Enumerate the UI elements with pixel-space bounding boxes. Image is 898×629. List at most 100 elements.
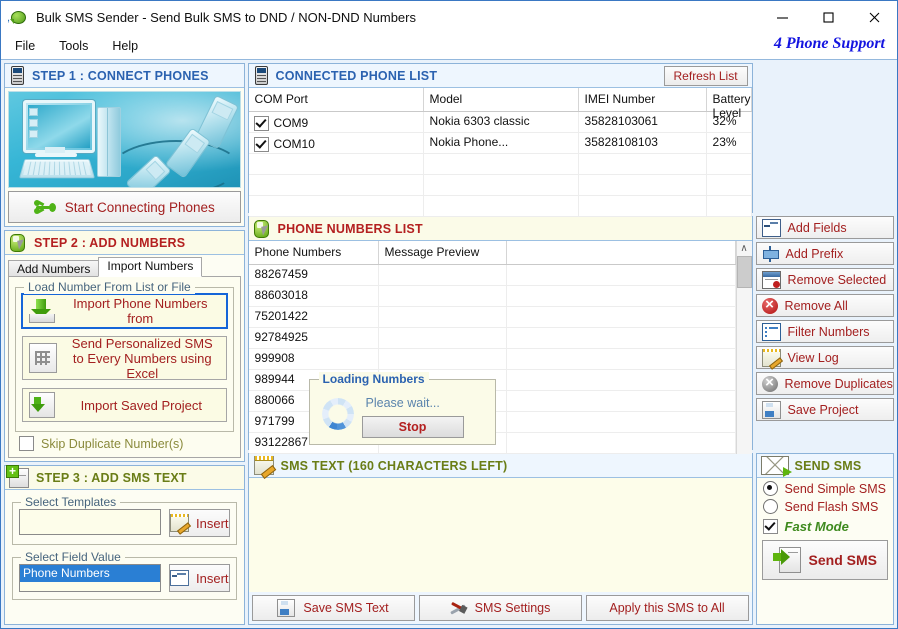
remove-all-button[interactable]: Remove All	[755, 294, 894, 317]
save-sms-text-button[interactable]: Save SMS Text	[251, 595, 415, 621]
tab-add-numbers[interactable]: Add Numbers	[8, 260, 100, 277]
templates-insert-label: Insert	[196, 515, 229, 531]
remove-selected-button[interactable]: Remove Selected	[755, 268, 894, 291]
import-saved-project-button[interactable]: Import Saved Project	[22, 388, 227, 422]
filter-numbers-button[interactable]: Filter Numbers	[755, 320, 894, 343]
menu-help[interactable]: Help	[102, 37, 148, 55]
table-row[interactable]: COM10 Nokia Phone... 35828108103 23%	[248, 133, 752, 154]
sms-text-input[interactable]	[248, 478, 752, 592]
scroll-thumb[interactable]	[736, 256, 752, 288]
phone-numbers-title: PHONE NUMBERS LIST	[277, 221, 423, 236]
cell-number: 88267459	[249, 265, 379, 285]
usb-icon	[33, 199, 56, 215]
list-item[interactable]: 75201422	[248, 307, 736, 328]
remove-duplicates-button[interactable]: Remove Duplicates	[755, 372, 894, 395]
import-phone-numbers-label: Import Phone Numbers from	[73, 296, 208, 326]
list-item[interactable]: 999908	[248, 349, 736, 370]
send-sms-title: SEND SMS	[794, 458, 862, 473]
phone-numbers-list-panel: PHONE NUMBERS LIST Phone Numbers Message…	[247, 216, 753, 498]
list-item[interactable]: 88603018	[248, 286, 736, 307]
sms-settings-button[interactable]: SMS Settings	[418, 595, 582, 621]
send-simple-sms-option[interactable]: Send Simple SMS	[757, 478, 893, 496]
send-personalized-sms-button[interactable]: Send Personalized SMS to Every Numbers u…	[22, 335, 227, 381]
templates-input[interactable]	[19, 509, 161, 535]
col-com-port[interactable]: COM Port	[249, 88, 424, 111]
fast-mode-row[interactable]: Fast Mode	[757, 514, 893, 534]
table-row-empty[interactable]	[248, 196, 752, 217]
remove-duplicates-label: Remove Duplicates	[784, 376, 893, 391]
apply-sms-to-all-button[interactable]: Apply this SMS to All	[585, 595, 749, 621]
middle-column: CONNECTED PHONE LIST Refresh List COM Po…	[247, 63, 753, 625]
send-sms-button[interactable]: Send SMS	[761, 540, 888, 580]
list-item[interactable]: 92784925	[248, 328, 736, 349]
save-project-icon	[761, 400, 781, 419]
loading-message: Please wait...	[365, 396, 440, 410]
right-column: Add Fields Add Prefix Remove Selected Re…	[755, 63, 894, 625]
table-row-empty[interactable]	[248, 175, 752, 196]
add-fields-label: Add Fields	[787, 220, 847, 235]
templates-insert-button[interactable]: Insert	[169, 509, 230, 537]
col-extra[interactable]	[507, 241, 736, 264]
skip-duplicate-checkbox[interactable]	[19, 436, 34, 451]
scroll-up-icon[interactable]: ∧	[737, 241, 752, 256]
menu-tools[interactable]: Tools	[49, 37, 98, 55]
col-message-preview[interactable]: Message Preview	[379, 241, 507, 264]
step2-panel: STEP 2 : ADD NUMBERS Add Numbers Import …	[4, 230, 245, 462]
field-insert-label: Insert	[196, 570, 229, 586]
field-insert-button[interactable]: Insert	[169, 564, 230, 592]
cell-imei: 35828103061	[579, 112, 707, 132]
send-simple-sms-label: Send Simple SMS	[784, 481, 886, 496]
add-prefix-button[interactable]: Add Prefix	[755, 242, 894, 265]
numbers-scrollbar[interactable]: ∧ ∨	[735, 241, 752, 475]
col-imei[interactable]: IMEI Number	[579, 88, 707, 111]
col-phone-numbers[interactable]: Phone Numbers	[249, 241, 379, 264]
fast-mode-checkbox[interactable]	[762, 519, 778, 534]
fast-mode-label: Fast Mode	[784, 519, 849, 534]
tools-icon	[449, 601, 467, 616]
cell-model: Nokia Phone...	[424, 133, 579, 153]
skip-duplicate-row[interactable]: Skip Duplicate Number(s)	[19, 436, 236, 451]
maximize-icon[interactable]	[805, 1, 851, 33]
send-personalized-sms-label: Send Personalized SMS to Every Numbers u…	[71, 335, 213, 381]
tab-import-numbers[interactable]: Import Numbers	[98, 257, 203, 277]
download-arrow-icon	[29, 299, 55, 323]
refresh-list-button[interactable]: Refresh List	[663, 66, 748, 86]
table-row-empty[interactable]	[248, 154, 752, 175]
phone-icon	[254, 66, 268, 85]
loading-dialog-title: Loading Numbers	[318, 372, 429, 386]
close-icon[interactable]	[851, 1, 897, 33]
import-numbers-tab-body: Load Number From List or File Import Pho…	[8, 276, 241, 458]
import-phone-numbers-button[interactable]: Import Phone Numbers from	[21, 293, 228, 329]
col-battery[interactable]: Battery Level	[707, 88, 752, 120]
radio-simple-sms[interactable]	[762, 481, 778, 496]
row-checkbox[interactable]	[253, 136, 269, 152]
table-row[interactable]: COM9 Nokia 6303 classic 35828103061 32%	[248, 112, 752, 133]
row-checkbox[interactable]	[253, 115, 269, 131]
menu-file[interactable]: File	[5, 37, 45, 55]
pen-notepad-icon	[170, 514, 192, 535]
save-project-button[interactable]: Save Project	[755, 398, 894, 421]
load-number-fieldset: Load Number From List or File Import Pho…	[15, 280, 234, 432]
notepad-pen-icon	[253, 456, 276, 479]
stop-loading-button[interactable]: Stop	[361, 416, 464, 438]
connected-phones-title: CONNECTED PHONE LIST	[275, 68, 438, 83]
field-value-selected[interactable]: Phone Numbers	[20, 565, 160, 582]
green-phone-cursor-icon	[253, 220, 271, 238]
field-value-listbox[interactable]: Phone Numbers	[19, 564, 161, 592]
cell-number: 999908	[249, 349, 379, 369]
add-fields-button[interactable]: Add Fields	[755, 216, 894, 239]
project-arrow-icon	[29, 392, 55, 418]
col-model[interactable]: Model	[424, 88, 579, 111]
phone-support-banner: 4 Phone Support	[773, 35, 885, 52]
connected-phones-header-row: COM Port Model IMEI Number Battery Level	[248, 88, 752, 120]
remove-all-icon	[761, 295, 778, 314]
list-item[interactable]: 88267459	[248, 265, 736, 286]
radio-flash-sms[interactable]	[762, 499, 778, 514]
send-flash-sms-option[interactable]: Send Flash SMS	[757, 496, 893, 514]
view-log-button[interactable]: View Log	[755, 346, 894, 370]
start-connecting-phones-button[interactable]: Start Connecting Phones	[8, 191, 241, 223]
import-saved-project-label: Import Saved Project	[80, 397, 202, 413]
add-prefix-label: Add Prefix	[785, 246, 844, 261]
minimize-icon[interactable]	[759, 1, 805, 33]
envelope-send-icon	[760, 456, 792, 477]
